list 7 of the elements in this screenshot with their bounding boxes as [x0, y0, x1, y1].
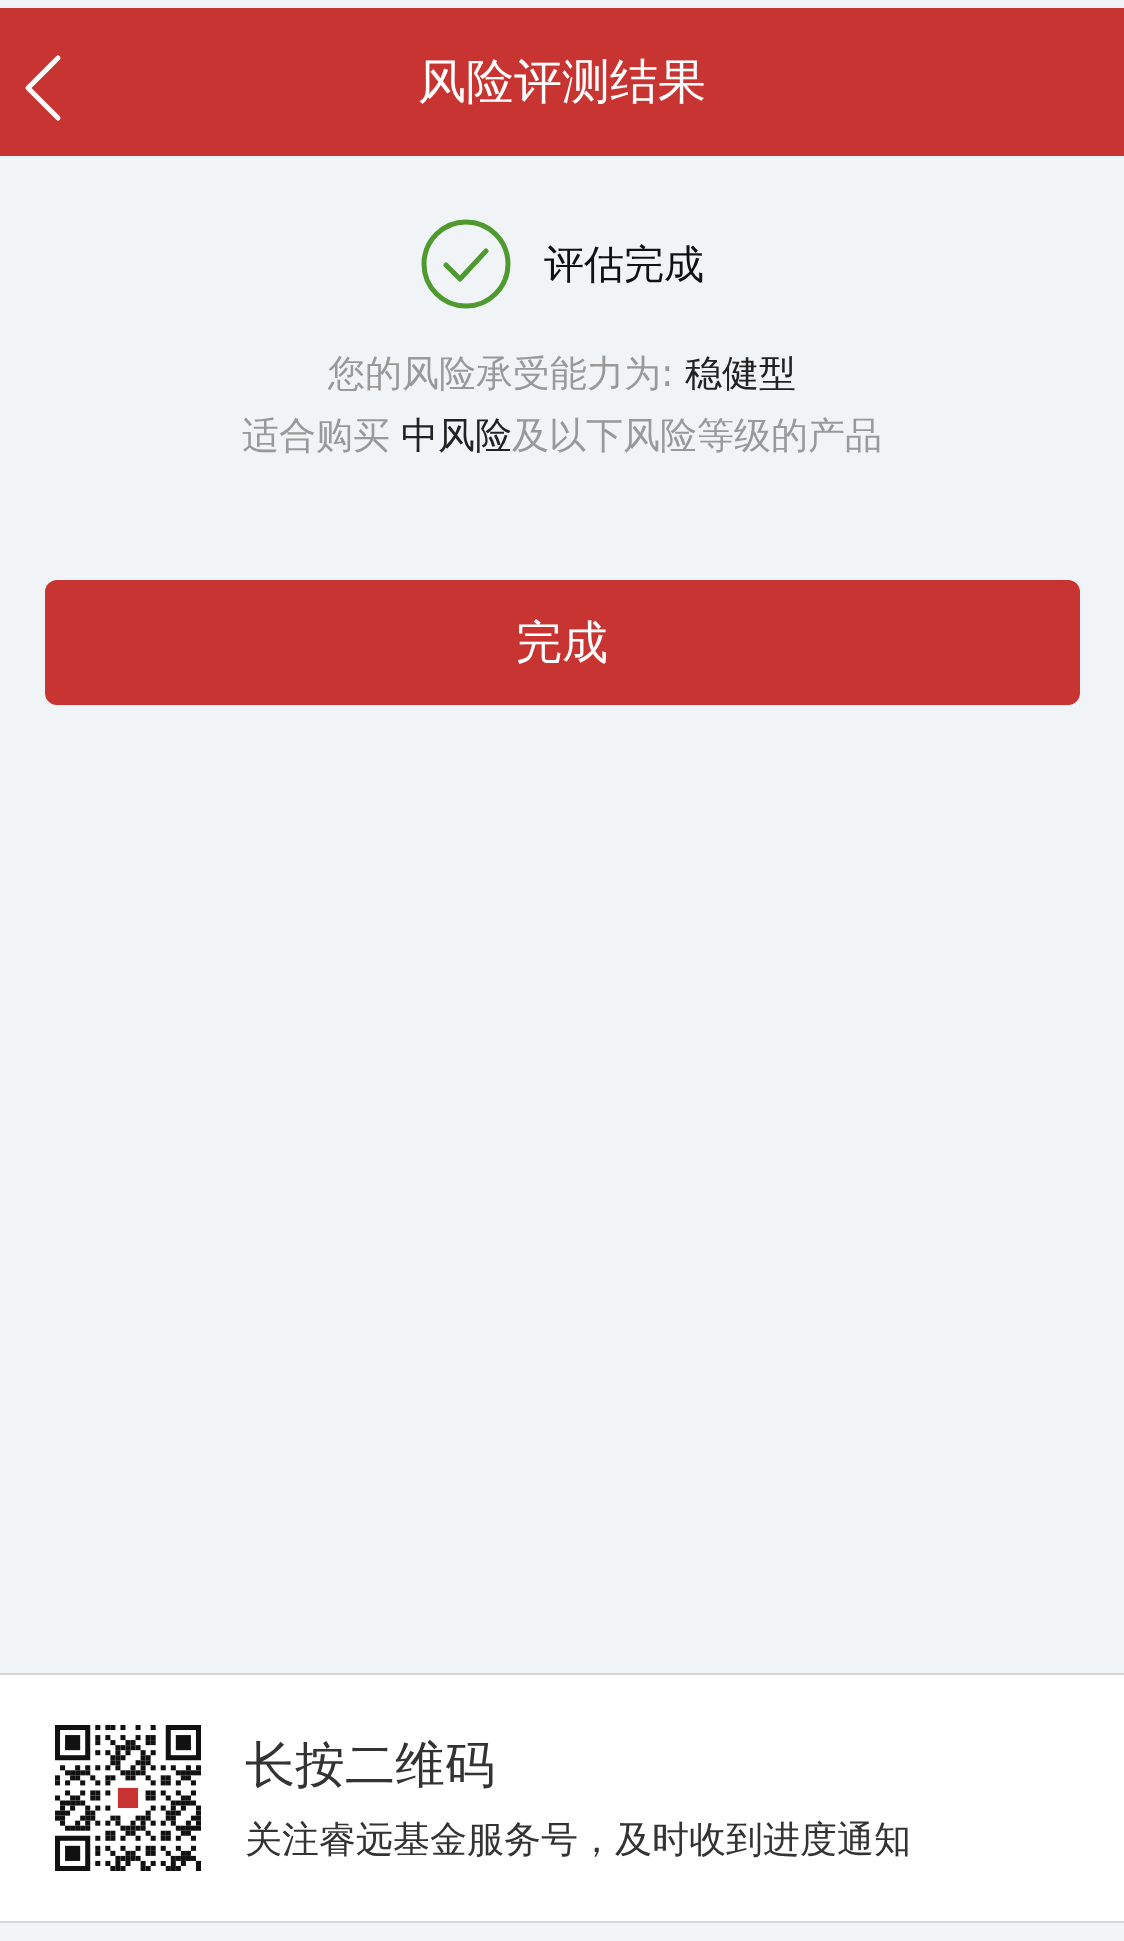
page-title: 风险评测结果: [418, 52, 706, 111]
result-text: 适合购买 中风险及以下风险等级的产品: [241, 413, 883, 459]
result-text: 您的风险承受能力为: 稳健型: [327, 351, 797, 397]
footer-title: 长按二维码: [245, 1734, 496, 1796]
done-button[interactable]: 完成: [44, 580, 1080, 705]
footer-subtitle: 关注睿远基金服务号，及时收到进度通知: [245, 1816, 911, 1863]
status-text: 评估完成: [544, 239, 704, 289]
